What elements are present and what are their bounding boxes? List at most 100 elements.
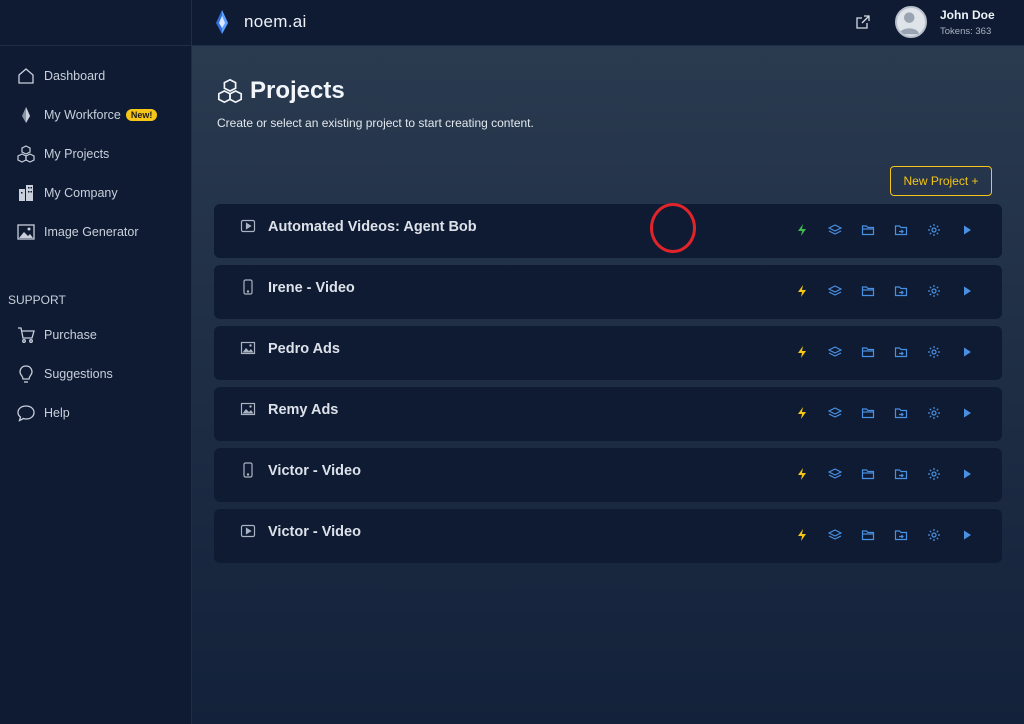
play-icon [960,223,974,237]
sidebar-item-label: My Company [44,185,118,200]
layers-button[interactable] [828,345,842,359]
sidebar-item-suggestions[interactable]: Suggestions [0,354,191,393]
open-folder-button[interactable] [894,406,908,420]
open-folder-button[interactable] [894,345,908,359]
project-row[interactable]: Remy Ads [214,387,1002,441]
support-section-title: SUPPORT [8,293,66,307]
sidebar-item-my-workforce[interactable]: My Workforce New! [0,95,191,134]
bolt-icon [795,406,809,420]
agent-icon [22,106,30,123]
folder-icon [861,345,875,359]
folder-button[interactable] [861,528,875,542]
gear-icon [927,528,941,542]
project-type-icon [240,218,256,234]
gear-button[interactable] [927,345,941,359]
app-logo[interactable]: noem.ai [214,10,307,34]
layers-icon [828,406,842,420]
open-folder-button[interactable] [894,284,908,298]
avatar[interactable] [895,6,927,38]
gear-button[interactable] [927,406,941,420]
play-icon [960,284,974,298]
sidebar-header [0,0,191,46]
bolt-icon [795,345,809,359]
folder-button[interactable] [861,406,875,420]
sidebar-item-label: My Projects [44,146,110,161]
play-button[interactable] [960,284,974,298]
layers-icon [828,528,842,542]
layers-button[interactable] [828,284,842,298]
video-icon [240,524,256,538]
sidebar-item-my-projects[interactable]: My Projects [0,134,191,173]
sidebar-item-image-generator[interactable]: Image Generator [0,212,191,251]
user-tokens: Tokens: 363 [940,26,992,37]
project-actions [776,528,974,542]
project-actions [776,223,974,237]
gear-button[interactable] [927,528,941,542]
external-link-icon[interactable] [855,14,871,30]
project-name: Automated Videos: Agent Bob [268,219,477,235]
image-icon [240,341,256,355]
folder-button[interactable] [861,284,875,298]
sidebar-item-my-company[interactable]: My Company [0,173,191,212]
folder-button[interactable] [861,223,875,237]
noem-logo-icon [216,10,228,34]
bolt-button[interactable] [795,406,809,420]
bolt-button[interactable] [795,284,809,298]
bolt-button[interactable] [795,345,809,359]
folder-button[interactable] [861,345,875,359]
sidebar-item-purchase[interactable]: Purchase [0,315,191,354]
gear-button[interactable] [927,223,941,237]
project-row[interactable]: Automated Videos: Agent Bob [214,204,1002,258]
project-name: Victor - Video [268,524,361,540]
open-folder-icon [894,223,908,237]
project-row[interactable]: Victor - Video [214,509,1002,563]
project-list: Automated Videos: Agent Bob Irene - Video… [214,204,1002,570]
page-subtitle: Create or select an existing project to … [217,116,534,130]
lightbulb-icon [19,364,33,383]
project-type-icon [240,523,256,539]
bolt-button[interactable] [795,223,809,237]
open-folder-button[interactable] [894,467,908,481]
layers-icon [828,467,842,481]
open-folder-button[interactable] [894,223,908,237]
layers-button[interactable] [828,223,842,237]
page-title: Projects [216,77,345,105]
play-button[interactable] [960,223,974,237]
main-content: Projects Create or select an existing pr… [192,46,1024,724]
project-row[interactable]: Pedro Ads [214,326,1002,380]
project-actions [776,467,974,481]
page-title-text: Projects [250,77,345,104]
layers-button[interactable] [828,467,842,481]
gear-button[interactable] [927,284,941,298]
play-icon [960,528,974,542]
gear-icon [927,223,941,237]
folder-button[interactable] [861,467,875,481]
bolt-button[interactable] [795,467,809,481]
play-button[interactable] [960,345,974,359]
gear-button[interactable] [927,467,941,481]
image-icon [17,223,35,240]
project-actions [776,406,974,420]
gear-icon [927,345,941,359]
layers-icon [828,345,842,359]
play-button[interactable] [960,467,974,481]
layers-icon [828,284,842,298]
project-name: Remy Ads [268,402,339,418]
cubes-icon [217,78,243,104]
open-folder-icon [894,467,908,481]
project-row[interactable]: Irene - Video [214,265,1002,319]
layers-button[interactable] [828,406,842,420]
open-folder-button[interactable] [894,528,908,542]
play-button[interactable] [960,528,974,542]
bolt-button[interactable] [795,528,809,542]
layers-button[interactable] [828,528,842,542]
sidebar-item-help[interactable]: Help [0,393,191,432]
new-project-button[interactable]: New Project + [890,166,992,196]
project-row[interactable]: Victor - Video [214,448,1002,502]
sidebar-item-dashboard[interactable]: Dashboard [0,56,191,95]
folder-icon [861,284,875,298]
bolt-icon [795,467,809,481]
play-button[interactable] [960,406,974,420]
play-icon [960,345,974,359]
cart-icon [18,326,35,343]
